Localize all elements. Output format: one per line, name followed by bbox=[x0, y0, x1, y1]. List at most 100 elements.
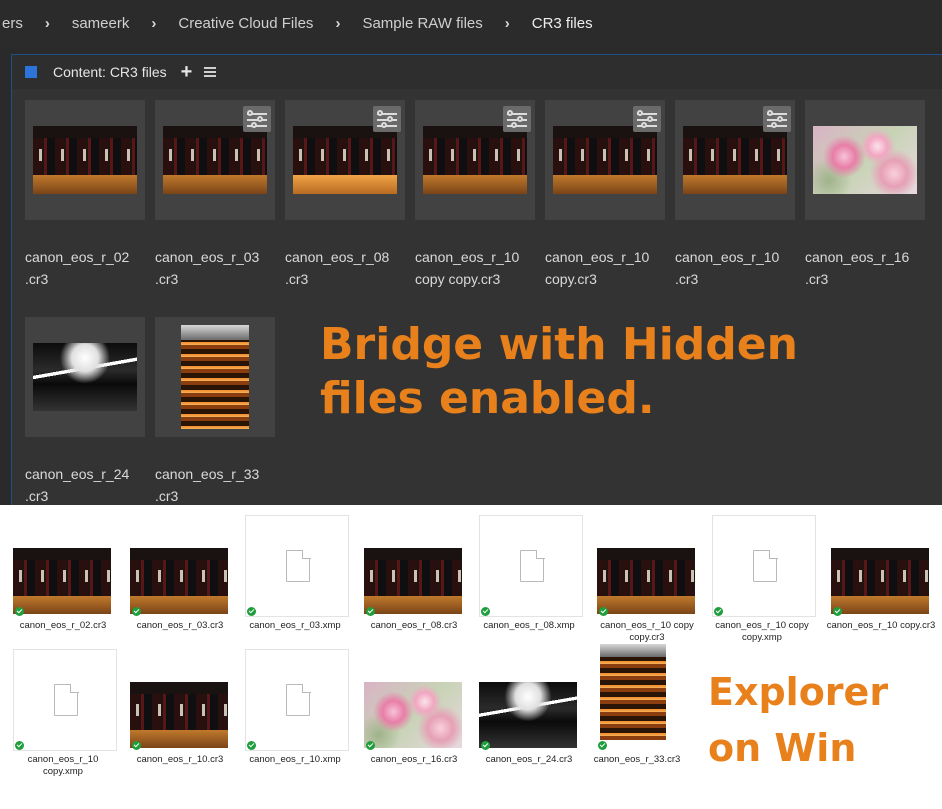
file-thumbnail[interactable] bbox=[805, 100, 925, 220]
file-thumbnail[interactable] bbox=[831, 548, 929, 614]
file-thumbnail[interactable] bbox=[13, 548, 111, 614]
breadcrumb-item-sameerk[interactable]: sameerk bbox=[72, 15, 130, 32]
file-name-line-2: copy.cr3 bbox=[545, 271, 597, 287]
document-icon bbox=[286, 683, 311, 716]
sync-check-icon bbox=[714, 607, 723, 616]
file-name-line-1: canon_eos_r_10 bbox=[415, 249, 520, 265]
file-name-line-1: canon_eos_r_10 bbox=[545, 249, 650, 265]
document-icon bbox=[286, 549, 311, 582]
file-placeholder[interactable] bbox=[712, 515, 816, 617]
file-name: canon_eos_r_24 .cr3 bbox=[25, 463, 151, 505]
camera-raw-settings-icon bbox=[763, 106, 791, 132]
chevron-right-icon: › bbox=[504, 15, 510, 32]
file-thumbnail[interactable] bbox=[155, 100, 275, 220]
file-name-line-1: canon_eos_r_03 bbox=[155, 249, 260, 265]
content-panel-header: Content: CR3 files + bbox=[12, 55, 942, 89]
sync-check-icon bbox=[247, 741, 256, 750]
file-name-line-2: .cr3 bbox=[675, 271, 699, 287]
file-name: canon_eos_r_16.cr3 bbox=[370, 754, 458, 765]
sync-check-icon bbox=[481, 741, 490, 750]
file-name: canon_eos_r_10 copy copy.cr3 bbox=[600, 620, 694, 643]
add-tab-button[interactable]: + bbox=[181, 62, 193, 82]
sync-check-icon bbox=[366, 741, 375, 750]
file-name-line-2: copy copy.cr3 bbox=[415, 271, 501, 287]
file-thumbnail[interactable] bbox=[155, 317, 275, 437]
file-name-line-2: .cr3 bbox=[155, 271, 179, 287]
bridge-overlay-line-2: files enabled. bbox=[320, 373, 655, 424]
content-panel: Content: CR3 files + canon_eos_r_02 .cr3 c… bbox=[11, 54, 942, 505]
file-thumbnail[interactable] bbox=[130, 682, 228, 748]
file-thumbnail[interactable] bbox=[25, 317, 145, 437]
file-placeholder[interactable] bbox=[245, 515, 349, 617]
file-name: canon_eos_r_33 .cr3 bbox=[155, 463, 281, 505]
bridge-window: ers › sameerk › Creative Cloud Files › S… bbox=[0, 0, 942, 505]
hamburger-menu-icon[interactable] bbox=[204, 67, 217, 77]
file-name-line-1: canon_eos_r_02 bbox=[25, 249, 130, 265]
sync-check-icon bbox=[132, 607, 141, 616]
chevron-right-icon: › bbox=[335, 15, 341, 32]
sync-check-icon bbox=[132, 741, 141, 750]
file-name-line-2: .cr3 bbox=[25, 271, 49, 287]
file-name: canon_eos_r_08.xmp bbox=[483, 620, 575, 631]
file-name: canon_eos_r_02.cr3 bbox=[19, 620, 107, 631]
thumbnail-image bbox=[683, 126, 787, 194]
file-thumbnail[interactable] bbox=[364, 548, 462, 614]
file-name: canon_eos_r_08.cr3 bbox=[370, 620, 458, 631]
file-name: canon_eos_r_10 copy.cr3 bbox=[545, 246, 671, 290]
chevron-right-icon: › bbox=[151, 15, 157, 32]
file-name: canon_eos_r_02 .cr3 bbox=[25, 246, 151, 290]
file-name: canon_eos_r_08 .cr3 bbox=[285, 246, 411, 290]
file-thumbnail[interactable] bbox=[597, 548, 695, 614]
file-thumbnail[interactable] bbox=[600, 644, 666, 740]
file-thumbnail[interactable] bbox=[25, 100, 145, 220]
sync-check-icon bbox=[366, 607, 375, 616]
sync-check-icon bbox=[247, 607, 256, 616]
file-name: canon_eos_r_10.xmp bbox=[249, 754, 341, 765]
file-name: canon_eos_r_33.cr3 bbox=[593, 754, 681, 765]
file-name: canon_eos_r_10 copy.xmp bbox=[27, 754, 99, 777]
breadcrumb: ers › sameerk › Creative Cloud Files › S… bbox=[0, 0, 942, 47]
sync-check-icon bbox=[833, 607, 842, 616]
file-name-line-2: .cr3 bbox=[155, 488, 179, 504]
file-name-line-1: canon_eos_r_24 bbox=[25, 466, 130, 482]
file-name-line-2: .cr3 bbox=[285, 271, 309, 287]
file-placeholder[interactable] bbox=[245, 649, 349, 751]
file-thumbnail[interactable] bbox=[130, 548, 228, 614]
breadcrumb-item-creative-cloud-files[interactable]: Creative Cloud Files bbox=[178, 15, 313, 32]
file-name-line-1: canon_eos_r_08 bbox=[285, 249, 390, 265]
file-thumbnail[interactable] bbox=[364, 682, 462, 748]
file-thumbnail[interactable] bbox=[415, 100, 535, 220]
file-name-line-1: canon_eos_r_16 bbox=[805, 249, 910, 265]
file-name-line-1: canon_eos_r_33 bbox=[155, 466, 260, 482]
file-thumbnail[interactable] bbox=[285, 100, 405, 220]
camera-raw-settings-icon bbox=[503, 106, 531, 132]
thumbnail-image bbox=[553, 126, 657, 194]
file-placeholder[interactable] bbox=[13, 649, 117, 751]
file-placeholder[interactable] bbox=[479, 515, 583, 617]
file-thumbnail[interactable] bbox=[675, 100, 795, 220]
thumbnail-image bbox=[813, 126, 917, 194]
file-name: canon_eos_r_16 .cr3 bbox=[805, 246, 931, 290]
file-name: canon_eos_r_10 copy copy.xmp bbox=[715, 620, 809, 643]
document-icon bbox=[54, 683, 79, 716]
breadcrumb-item-cr3-files[interactable]: CR3 files bbox=[532, 15, 593, 32]
camera-raw-settings-icon bbox=[633, 106, 661, 132]
bridge-overlay-caption: Bridge with Hidden files enabled. bbox=[320, 318, 798, 426]
breadcrumb-item-sample-raw-files[interactable]: Sample RAW files bbox=[362, 15, 482, 32]
file-name: canon_eos_r_03.xmp bbox=[249, 620, 341, 631]
file-name-line-1: canon_eos_r_10 bbox=[675, 249, 780, 265]
file-name: canon_eos_r_10copy copy.cr3 bbox=[415, 246, 541, 290]
content-panel-title[interactable]: Content: CR3 files bbox=[53, 64, 167, 80]
document-icon bbox=[520, 549, 545, 582]
file-thumbnail[interactable] bbox=[479, 682, 577, 748]
file-name-line-2: .cr3 bbox=[805, 271, 829, 287]
document-icon bbox=[753, 549, 778, 582]
thumbnail-image bbox=[293, 126, 397, 194]
sync-check-icon bbox=[599, 607, 608, 616]
file-thumbnail[interactable] bbox=[545, 100, 665, 220]
sync-check-icon bbox=[15, 607, 24, 616]
breadcrumb-item-users[interactable]: ers bbox=[2, 15, 23, 32]
file-name: canon_eos_r_10 .cr3 bbox=[675, 246, 801, 290]
file-name: canon_eos_r_10.cr3 bbox=[136, 754, 224, 765]
explorer-overlay-line-1: Explorer bbox=[708, 670, 889, 714]
